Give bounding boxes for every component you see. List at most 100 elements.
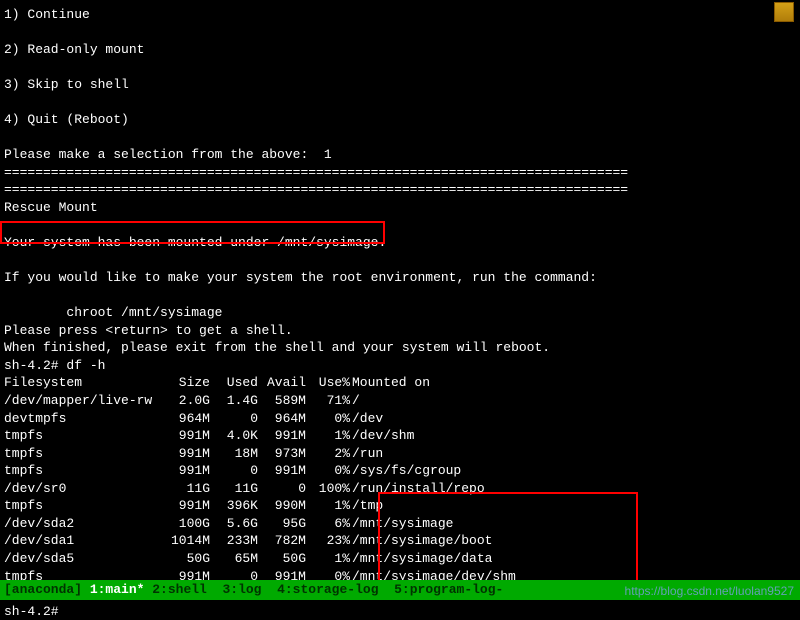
df-row: /dev/mapper/live-rw2.0G1.4G589M71%/ xyxy=(4,392,526,410)
df-cell: 6% xyxy=(308,515,352,533)
df-cell: 964M xyxy=(164,410,212,428)
df-output: Filesystem Size Used Avail Use% Mounted … xyxy=(4,374,526,602)
df-cell: /dev/sda2 xyxy=(4,515,164,533)
chroot-intro: If you would like to make your system th… xyxy=(4,269,796,287)
tab-program-log[interactable]: 5:program-log- xyxy=(394,582,519,597)
df-cell: 95G xyxy=(260,515,308,533)
chroot-command: chroot /mnt/sysimage xyxy=(4,304,796,322)
corner-icon xyxy=(774,2,794,22)
df-cell: 2.0G xyxy=(164,392,212,410)
df-cell: 1014M xyxy=(164,532,212,550)
df-cell: /dev/sda1 xyxy=(4,532,164,550)
df-cell: /dev xyxy=(352,410,526,428)
df-cell: /dev/sda5 xyxy=(4,550,164,568)
df-row: devtmpfs964M0964M0%/dev xyxy=(4,410,526,428)
df-cell: /run/install/repo xyxy=(352,480,526,498)
press-return: Please press <return> to get a shell. xyxy=(4,322,796,340)
exit-message: When finished, please exit from the shel… xyxy=(4,339,796,357)
df-row: /dev/sr011G11G0100%/run/install/repo xyxy=(4,480,526,498)
shell-prompt[interactable]: sh-4.2# xyxy=(4,603,796,620)
blank xyxy=(4,59,796,77)
df-cell: /mnt/sysimage/boot xyxy=(352,532,526,550)
df-row: tmpfs991M0991M0%/sys/fs/cgroup xyxy=(4,462,526,480)
mounted-message: Your system has been mounted under /mnt/… xyxy=(4,234,796,252)
df-cell: 100% xyxy=(308,480,352,498)
df-cell: tmpfs xyxy=(4,445,164,463)
df-cell: 71% xyxy=(308,392,352,410)
col-fs: Filesystem xyxy=(4,374,164,392)
df-cell: /dev/sr0 xyxy=(4,480,164,498)
col-mount: Mounted on xyxy=(352,374,526,392)
df-cell: 782M xyxy=(260,532,308,550)
separator: ========================================… xyxy=(4,164,796,182)
tab-storage-log[interactable]: 4:storage-log xyxy=(277,582,394,597)
df-cell: 1% xyxy=(308,427,352,445)
df-row: /dev/sda550G65M50G1%/mnt/sysimage/data xyxy=(4,550,526,568)
df-cell: 0 xyxy=(212,410,260,428)
df-row: tmpfs991M4.0K991M1%/dev/shm xyxy=(4,427,526,445)
df-cell: 11G xyxy=(212,480,260,498)
df-cell: 0% xyxy=(308,410,352,428)
df-cell: /mnt/sysimage xyxy=(352,515,526,533)
df-cell: 991M xyxy=(164,427,212,445)
df-cell: 100G xyxy=(164,515,212,533)
df-cell: /dev/shm xyxy=(352,427,526,445)
df-row: tmpfs991M396K990M1%/tmp xyxy=(4,497,526,515)
df-cell: tmpfs xyxy=(4,427,164,445)
df-cell: /dev/mapper/live-rw xyxy=(4,392,164,410)
df-row: tmpfs991M18M973M2%/run xyxy=(4,445,526,463)
blank xyxy=(4,129,796,147)
df-row: /dev/sda11014M233M782M23%/mnt/sysimage/b… xyxy=(4,532,526,550)
df-cell: 1.4G xyxy=(212,392,260,410)
df-cell: 11G xyxy=(164,480,212,498)
df-cell: 1% xyxy=(308,497,352,515)
df-cell: /sys/fs/cgroup xyxy=(352,462,526,480)
tab-main[interactable]: 1:main* xyxy=(90,582,152,597)
df-cell: /tmp xyxy=(352,497,526,515)
df-cell: tmpfs xyxy=(4,497,164,515)
df-cell: devtmpfs xyxy=(4,410,164,428)
df-cell: / xyxy=(352,392,526,410)
df-cell: 396K xyxy=(212,497,260,515)
menu-option-4: 4) Quit (Reboot) xyxy=(4,111,796,129)
selection-prompt[interactable]: Please make a selection from the above: … xyxy=(4,146,796,164)
rescue-title: Rescue Mount xyxy=(4,199,796,217)
menu-option-3: 3) Skip to shell xyxy=(4,76,796,94)
menu-option-1: 1) Continue xyxy=(4,6,796,24)
df-cell: 18M xyxy=(212,445,260,463)
df-cell: 233M xyxy=(212,532,260,550)
col-avail: Avail xyxy=(260,374,308,392)
df-header: Filesystem Size Used Avail Use% Mounted … xyxy=(4,374,526,392)
df-cell: 991M xyxy=(164,462,212,480)
df-cell: 0% xyxy=(308,462,352,480)
tab-log[interactable]: 3:log xyxy=(222,582,277,597)
df-cell: 0 xyxy=(212,462,260,480)
menu-option-2: 2) Read-only mount xyxy=(4,41,796,59)
df-cell: 964M xyxy=(260,410,308,428)
df-cell: 65M xyxy=(212,550,260,568)
blank xyxy=(4,24,796,42)
df-cell: 991M xyxy=(164,497,212,515)
blank xyxy=(4,287,796,305)
separator: ========================================… xyxy=(4,181,796,199)
df-cell: 991M xyxy=(164,445,212,463)
status-prefix: [anaconda] xyxy=(4,582,90,597)
df-cell: 0 xyxy=(260,480,308,498)
df-cell: 991M xyxy=(260,462,308,480)
df-cell: /mnt/sysimage/data xyxy=(352,550,526,568)
col-used: Used xyxy=(212,374,260,392)
df-cell: tmpfs xyxy=(4,462,164,480)
df-cell: 1% xyxy=(308,550,352,568)
df-cell: 5.6G xyxy=(212,515,260,533)
df-cell: 50G xyxy=(260,550,308,568)
tab-shell[interactable]: 2:shell xyxy=(152,582,222,597)
df-cell: 50G xyxy=(164,550,212,568)
shell-prompt[interactable]: sh-4.2# df -h xyxy=(4,357,796,375)
col-use: Use% xyxy=(308,374,352,392)
watermark: https://blog.csdn.net/luolan9527 xyxy=(625,583,794,599)
col-size: Size xyxy=(164,374,212,392)
df-cell: 2% xyxy=(308,445,352,463)
df-cell: 990M xyxy=(260,497,308,515)
df-cell: 23% xyxy=(308,532,352,550)
df-cell: 973M xyxy=(260,445,308,463)
